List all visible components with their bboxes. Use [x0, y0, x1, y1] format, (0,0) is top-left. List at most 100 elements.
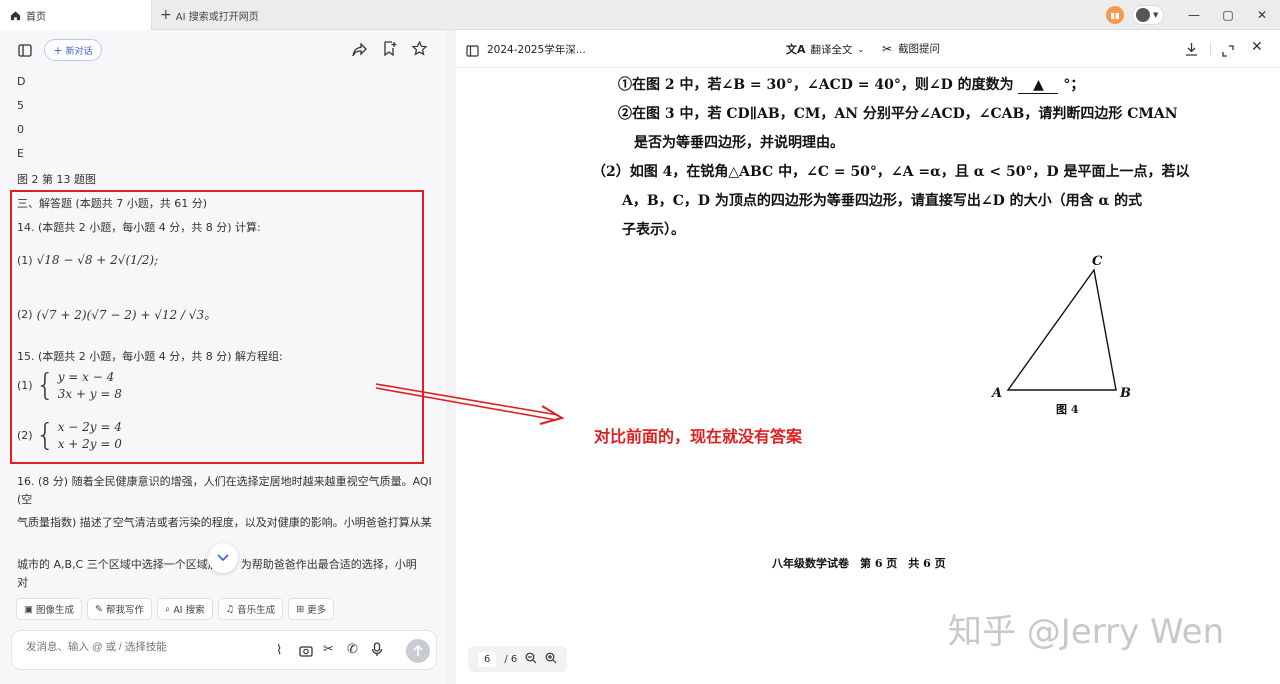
document-title: 2024-2025学年深...: [487, 44, 586, 56]
triangle-shape: [1006, 268, 1117, 391]
close-button[interactable]: ✕: [1245, 0, 1279, 30]
question-14: 14. (本题共 2 小题，每小题 4 分，共 8 分) 计算:: [17, 221, 261, 234]
figure-caption: 图 4: [1056, 403, 1079, 416]
scroll-down-button[interactable]: [208, 543, 238, 573]
new-chat-button[interactable]: + 新对话: [44, 39, 102, 61]
chip-label: 音乐生成: [237, 605, 276, 616]
document-icon: [466, 42, 479, 61]
grid-icon: ⊞: [296, 603, 305, 615]
chip-music-gen[interactable]: ♫ 音乐生成: [217, 598, 284, 620]
tab-new-label: AI 搜索或打开网页: [175, 11, 259, 23]
point-label-b: B: [1120, 386, 1131, 401]
viewer-toolbar: 2024-2025学年深... 文A 翻译全文 ⌄ ✂ 截图提问 ✕: [456, 30, 1280, 68]
question-16-cont: 气质量指数) 描述了空气清洁或者污染的程度，以及对健康的影响。小明爸爸打算从某: [17, 516, 432, 529]
equation: x + 2y = 0: [57, 437, 122, 451]
item-label: (2): [17, 429, 33, 442]
zoom-in-icon[interactable]: [545, 652, 557, 667]
translate-label: 翻译全文: [810, 43, 853, 56]
translate-icon: 文A: [786, 43, 806, 56]
page-total: / 6: [504, 653, 518, 665]
question-line: ②在图 3 中，若 CD∥AB，CM，AN 分别平分∠ACD，∠CAB，请判断四…: [618, 106, 1178, 122]
chip-label: 帮我写作: [105, 605, 144, 616]
tab-home[interactable]: 首页: [0, 0, 152, 30]
figure-caption: 图 2 第 13 题图: [17, 173, 96, 186]
question-15: 15. (本题共 2 小题，每小题 4 分，共 8 分) 解方程组:: [17, 350, 283, 363]
plus-icon: +: [160, 7, 172, 23]
equation-system-2: (2) { x − 2y = 4 x + 2y = 0: [17, 420, 122, 451]
avatar[interactable]: ▼: [1132, 5, 1164, 25]
expand-icon[interactable]: [1222, 42, 1234, 61]
brace-icon: {: [35, 417, 55, 453]
divider: [1210, 42, 1211, 56]
chip-writing[interactable]: ✎ 帮我写作: [87, 598, 152, 620]
list-item: 5: [17, 99, 24, 112]
message-input[interactable]: [26, 641, 266, 653]
equation: x − 2y = 4: [57, 420, 122, 434]
download-icon[interactable]: [1185, 41, 1198, 60]
chip-label: 更多: [307, 605, 327, 616]
chevron-down-icon: ▼: [1153, 11, 1159, 19]
section-heading: 三、解答题 (本题共 7 小题，共 61 分): [17, 197, 208, 210]
page-navigator: 6 / 6: [468, 646, 568, 672]
screenshot-icon[interactable]: [299, 643, 313, 662]
document-viewer: 2024-2025学年深... 文A 翻译全文 ⌄ ✂ 截图提问 ✕ ①在图 2…: [456, 30, 1280, 684]
chip-label: 图像生成: [35, 605, 74, 616]
skill-chips: ▣ 图像生成 ✎ 帮我写作 ⌕ AI 搜索 ♫ 音乐生成 ⊞ 更多: [16, 598, 335, 620]
gift-icon[interactable]: [1106, 6, 1124, 24]
page-number-input[interactable]: 6: [478, 651, 497, 667]
point-label-a: A: [992, 386, 1003, 401]
list-item: D: [17, 75, 26, 88]
close-icon[interactable]: ✕: [1251, 39, 1263, 55]
math-item-2: (2) (√7 + 2)(√7 − 2) + √12 / √3。: [17, 306, 216, 323]
send-button[interactable]: [406, 639, 430, 663]
bookmark-add-icon[interactable]: [383, 41, 397, 60]
image-icon: ▣: [24, 603, 33, 615]
music-icon: ♫: [225, 603, 235, 615]
star-icon[interactable]: [411, 40, 428, 60]
math-expression: (√7 + 2)(√7 − 2) + √12 / √3。: [36, 308, 217, 322]
question-text: ①在图 2 中，若∠B = 30°，∠ACD = 40°，则∠D 的度数为: [618, 77, 1014, 93]
math-expression: √18 − √8 + 2√(1/2);: [36, 253, 159, 267]
question-line: （2）如图 4，在锐角△ABC 中，∠C = 50°，∠A =α，且 α < 5…: [592, 164, 1190, 180]
chip-ai-search[interactable]: ⌕ AI 搜索: [156, 598, 213, 620]
translate-button[interactable]: 文A 翻译全文 ⌄: [786, 41, 864, 57]
question-line: 是否为等垂四边形，并说明理由。: [634, 135, 844, 151]
chevron-down-icon: ⌄: [857, 44, 865, 54]
question-16: 16. (8 分) 随着全民健康意识的增强，人们在选择定居地时越来越重视空气质量…: [17, 475, 432, 506]
tab-new[interactable]: + AI 搜索或打开网页: [160, 0, 259, 30]
chip-label: AI 搜索: [173, 605, 205, 616]
chip-more[interactable]: ⊞ 更多: [288, 598, 335, 620]
phone-icon[interactable]: ✆: [347, 642, 358, 657]
chevron-down-icon: [217, 551, 229, 565]
sidebar-toggle-icon[interactable]: [18, 42, 32, 61]
question-line: 子表示）。: [622, 222, 685, 238]
math-item-1: (1) √18 − √8 + 2√(1/2);: [17, 253, 158, 267]
brace-icon: {: [35, 367, 55, 403]
answer-blank: ▲: [1018, 77, 1059, 94]
chat-toolbar: + 新对话: [0, 30, 446, 70]
item-label: (1): [17, 253, 33, 267]
new-chat-label: 新对话: [65, 46, 93, 57]
microphone-icon[interactable]: [371, 642, 383, 661]
question-line: ①在图 2 中，若∠B = 30°，∠ACD = 40°，则∠D 的度数为 ▲ …: [618, 74, 1084, 94]
maximize-button[interactable]: ▢: [1211, 0, 1245, 30]
pen-icon: ✎: [95, 603, 103, 615]
list-item: E: [17, 147, 24, 160]
chat-panel: + 新对话 D 5 0 E 图 2 第 13 题图 三、解答题 (本题共 7 小…: [0, 30, 446, 684]
watermark: 知乎 @Jerry Wen: [948, 612, 1225, 652]
chip-image-gen[interactable]: ▣ 图像生成: [16, 598, 82, 620]
point-label-c: C: [1092, 254, 1103, 269]
share-icon[interactable]: [352, 42, 367, 61]
tab-home-label: 首页: [26, 11, 46, 23]
list-item: 0: [17, 123, 24, 136]
screenshot-ask-button[interactable]: ✂ 截图提问: [882, 41, 940, 56]
title-bar: 首页 + AI 搜索或打开网页 ▼ — ▢ ✕: [0, 0, 1280, 30]
zoom-out-icon[interactable]: [525, 652, 537, 667]
search-icon: ⌕: [164, 603, 171, 615]
minimize-button[interactable]: —: [1177, 0, 1211, 30]
page-footer: 八年级数学试卷 第 6 页 共 6 页: [772, 557, 946, 570]
scissors-icon[interactable]: ✂: [323, 642, 334, 657]
annotation-text: 对比前面的，现在就没有答案: [594, 427, 803, 446]
attach-icon[interactable]: ⌇: [276, 643, 282, 658]
question-text: °；: [1063, 77, 1085, 93]
